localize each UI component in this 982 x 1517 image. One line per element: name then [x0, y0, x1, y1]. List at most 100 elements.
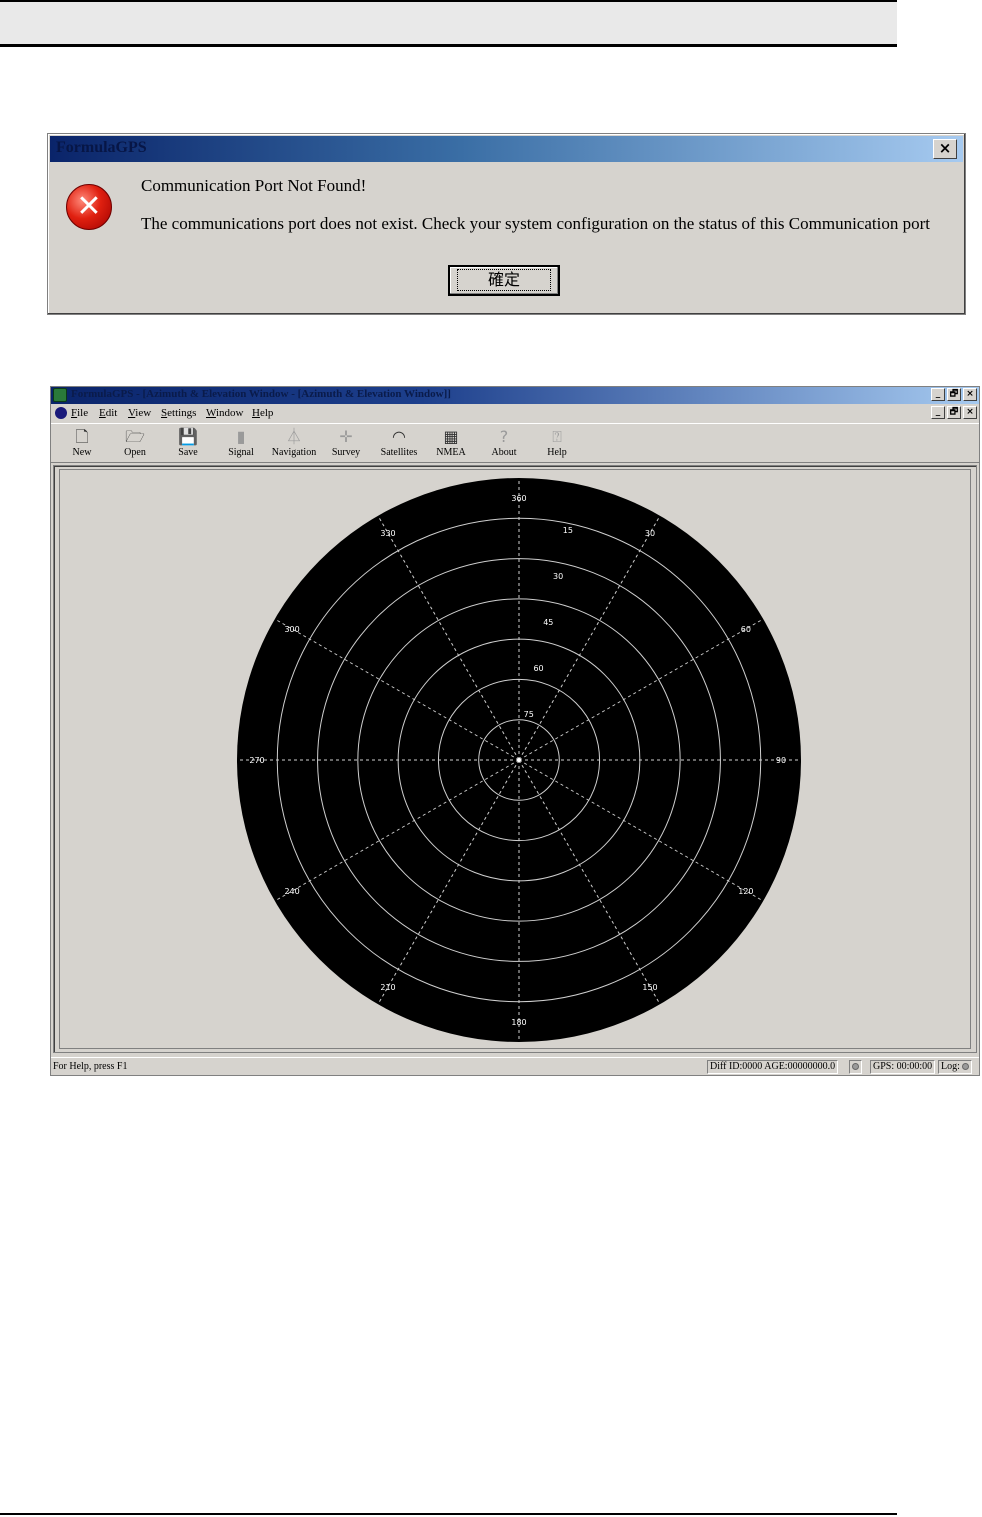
- azimuth-label: 270: [249, 756, 264, 765]
- toolbar-about-label: About: [491, 447, 517, 458]
- menu-settings[interactable]: Settings: [161, 407, 196, 419]
- menu-view[interactable]: View: [128, 407, 151, 419]
- dialog-message: The communications port does not exist. …: [141, 214, 930, 233]
- toolbar-save-label: Save: [178, 447, 198, 458]
- menu-help-accel: H: [252, 407, 260, 419]
- azimuth-elevation-window: 360 30 60 90 120 150 180 210 240 270 300 330 15 30 45…: [59, 469, 971, 1049]
- ok-button[interactable]: 確定: [448, 265, 560, 296]
- status-gps-panel: GPS: 00:00:00: [870, 1060, 936, 1074]
- azimuth-label: 90: [776, 756, 786, 765]
- azimuth-label: 330: [380, 529, 395, 538]
- compass-icon: ⏃: [285, 427, 302, 446]
- doc-close-button[interactable]: ×: [963, 406, 977, 419]
- status-help-text: For Help, press F1: [53, 1061, 128, 1072]
- error-dialog: FormulaGPS × ✕ Communication Port Not Fo…: [47, 133, 966, 315]
- log-indicator-icon: [962, 1063, 970, 1071]
- azimuth-label: 300: [284, 625, 299, 634]
- elevation-label: 60: [533, 664, 543, 673]
- menu-view-rest: iew: [135, 407, 152, 419]
- ok-button-label: 確定: [456, 269, 551, 291]
- toolbar-satellites-button[interactable]: ◠ Satellites: [372, 427, 426, 461]
- document-window-controls: _ 🗗 ×: [929, 406, 977, 419]
- status-log-text: Log:: [941, 1061, 960, 1072]
- menu-edit-accel: E: [99, 407, 106, 419]
- nmea-grid-icon: ▦: [443, 427, 459, 446]
- elevation-label: 45: [543, 618, 553, 627]
- app-titlebar[interactable]: FormulaGPS - [Azimuth & Elevation Window…: [51, 387, 979, 404]
- status-diff-text: Diff ID:0000 AGE:00000000.0: [710, 1061, 836, 1072]
- zenith-point: [517, 758, 521, 762]
- toolbar-open-button[interactable]: 🗁 Open: [108, 427, 162, 461]
- toolbar-new-button[interactable]: 🗋 New: [55, 427, 109, 461]
- toolbar-help-button[interactable]: ⍰ Help: [530, 427, 584, 461]
- toolbar-survey-button[interactable]: ✛ Survey: [319, 427, 373, 461]
- document-icon[interactable]: [55, 407, 67, 419]
- satellite-dish-icon: ◠: [392, 427, 406, 446]
- azimuth-label: 360: [511, 494, 526, 503]
- menu-window-accel: W: [206, 407, 216, 419]
- question-icon: ?: [499, 427, 509, 446]
- new-file-icon: 🗋: [75, 427, 89, 446]
- diff-indicator-icon: [852, 1063, 859, 1071]
- signal-bars-icon: ▮: [236, 427, 246, 446]
- toolbar-open-label: Open: [124, 447, 146, 458]
- save-disk-icon: 💾: [178, 427, 198, 446]
- menu-settings-rest: ettings: [167, 407, 197, 419]
- app-title: FormulaGPS - [Azimuth & Elevation Window…: [71, 388, 451, 400]
- azimuth-label: 120: [738, 887, 753, 896]
- elevation-label: 30: [553, 572, 563, 581]
- menu-edit-rest: dit: [105, 407, 118, 419]
- toolbar-signal-button[interactable]: ▮ Signal: [214, 427, 268, 461]
- toolbar: 🗋 New 🗁 Open 💾 Save ▮ Signal ⏃ Navigation ✛ Su…: [51, 423, 979, 463]
- doc-minimize-button[interactable]: _: [931, 406, 945, 419]
- crosshair-icon: ✛: [339, 427, 353, 446]
- page-footer-rule: [0, 1513, 897, 1515]
- toolbar-about-button[interactable]: ? About: [477, 427, 531, 461]
- status-bar: For Help, press F1 Diff ID:0000 AGE:0000…: [51, 1057, 979, 1075]
- elevation-label: 75: [524, 710, 534, 719]
- toolbar-nmea-button[interactable]: ▦ NMEA: [424, 427, 478, 461]
- dialog-close-button[interactable]: ×: [933, 139, 957, 159]
- menu-help[interactable]: Help: [252, 407, 273, 419]
- status-diff-panel: Diff ID:0000 AGE:00000000.0: [707, 1060, 839, 1074]
- error-icon: ✕: [66, 184, 112, 230]
- toolbar-satellites-label: Satellites: [380, 447, 418, 458]
- doc-restore-button[interactable]: 🗗: [947, 406, 961, 419]
- menu-bar: File Edit View Settings Window Help: [51, 405, 979, 422]
- toolbar-signal-label: Signal: [228, 447, 254, 458]
- toolbar-new-label: New: [72, 447, 92, 458]
- app-window-controls: _ 🗗 ×: [929, 388, 977, 401]
- menu-window[interactable]: Window: [206, 407, 243, 419]
- app-logo-icon[interactable]: [53, 388, 67, 402]
- azimuth-elevation-polar-plot: 360 30 60 90 120 150 180 210 240 270 300 330 15 30 45…: [237, 478, 801, 1042]
- menu-file-rest: ile: [77, 407, 89, 419]
- status-log-panel: Log:: [938, 1060, 973, 1074]
- minimize-button[interactable]: _: [931, 388, 945, 401]
- dialog-title: FormulaGPS: [56, 139, 147, 156]
- toolbar-navigation-label: Navigation: [271, 447, 317, 458]
- dialog-titlebar[interactable]: FormulaGPS ×: [50, 136, 963, 162]
- elevation-label: 15: [563, 526, 573, 535]
- toolbar-survey-label: Survey: [331, 447, 361, 458]
- mdi-workspace: 360 30 60 90 120 150 180 210 240 270 300 330 15 30 45…: [53, 465, 977, 1053]
- toolbar-nmea-label: NMEA: [436, 447, 466, 458]
- azimuth-label: 60: [741, 625, 751, 634]
- menu-file[interactable]: File: [71, 407, 88, 419]
- toolbar-save-button[interactable]: 💾 Save: [161, 427, 215, 461]
- dialog-heading: Communication Port Not Found!: [141, 176, 367, 195]
- status-gps-text: GPS: 00:00:00: [873, 1061, 933, 1072]
- close-button[interactable]: ×: [963, 388, 977, 401]
- help-pointer-icon: ⍰: [552, 427, 562, 446]
- restore-button[interactable]: 🗗: [947, 388, 961, 401]
- menu-help-rest: elp: [259, 407, 274, 419]
- app-window: FormulaGPS - [Azimuth & Elevation Window…: [50, 386, 980, 1076]
- status-diff-indicator: [849, 1060, 862, 1074]
- azimuth-label: 150: [642, 983, 657, 992]
- page-header-band: [0, 2, 897, 44]
- menu-edit[interactable]: Edit: [99, 407, 117, 419]
- azimuth-label: 30: [645, 529, 655, 538]
- azimuth-label: 180: [511, 1018, 526, 1027]
- azimuth-label: 210: [380, 983, 395, 992]
- toolbar-help-label: Help: [547, 447, 567, 458]
- toolbar-navigation-button[interactable]: ⏃ Navigation: [267, 427, 321, 461]
